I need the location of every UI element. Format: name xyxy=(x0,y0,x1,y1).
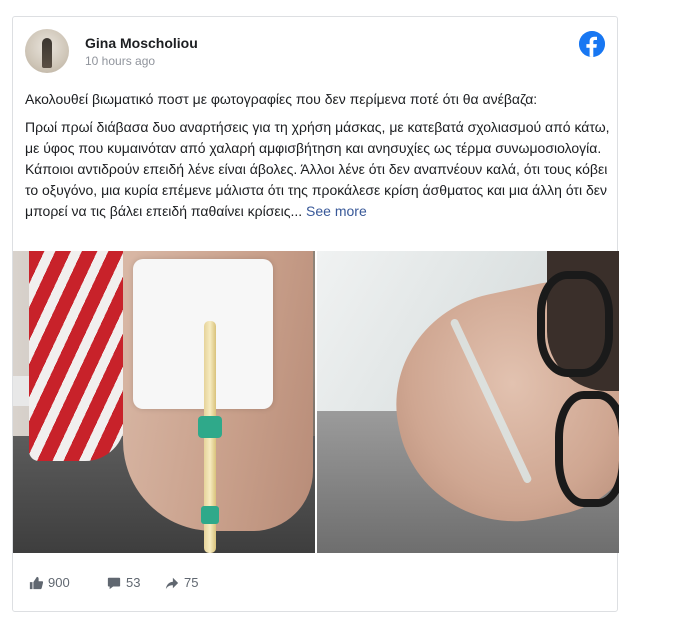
facebook-icon[interactable] xyxy=(579,31,605,57)
post-intro: Ακολουθεί βιωματικό ποστ με φωτογραφίες … xyxy=(25,91,538,107)
likes-count-text: 900 xyxy=(48,575,70,590)
comments-count[interactable]: 53 xyxy=(107,575,140,590)
facebook-f-glyph xyxy=(579,31,605,57)
photo-arm-iv[interactable] xyxy=(13,251,315,553)
likes-count[interactable]: 900 xyxy=(29,575,70,590)
post-header: Gina Moscholiou 10 hours ago xyxy=(25,29,605,75)
tube-clip xyxy=(198,416,222,438)
striped-sleeve xyxy=(29,251,125,461)
post-timestamp[interactable]: 10 hours ago xyxy=(85,54,155,68)
shares-count-text: 75 xyxy=(184,575,199,590)
engagement-bar: 900 53 75 xyxy=(25,567,605,599)
post-body: Πρωί πρωί διάβασα δυο αναρτήσεις για τη … xyxy=(25,117,613,222)
avatar[interactable] xyxy=(25,29,69,73)
photo-grid xyxy=(13,251,619,555)
comment-icon xyxy=(107,577,121,590)
bandage xyxy=(133,259,273,409)
shares-count[interactable]: 75 xyxy=(165,575,198,590)
post-card: Gina Moscholiou 10 hours ago Ακολουθεί β… xyxy=(12,16,619,612)
avatar-figure xyxy=(42,38,52,68)
author-name[interactable]: Gina Moscholiou xyxy=(85,35,198,51)
glasses-lens-top xyxy=(537,271,613,377)
tube-clip-lower xyxy=(201,506,219,524)
glasses-lens-bottom xyxy=(555,391,619,507)
see-more-link[interactable]: See more xyxy=(306,203,367,219)
photo-oxygen-cannula[interactable] xyxy=(317,251,619,553)
share-arrow-icon xyxy=(165,577,179,590)
thumbs-up-icon xyxy=(29,576,44,590)
comments-count-text: 53 xyxy=(126,575,141,590)
